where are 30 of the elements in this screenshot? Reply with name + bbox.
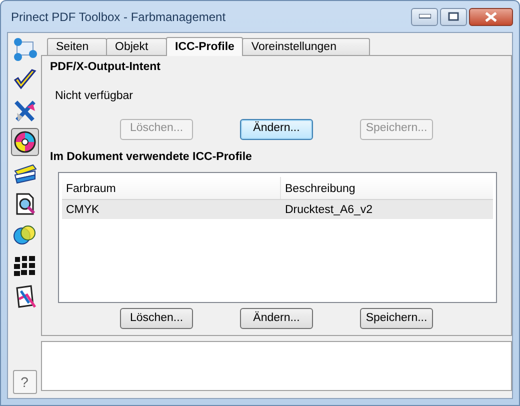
column-header[interactable]: Beschreibung — [281, 176, 493, 199]
table-cell-text: CMYK — [65, 202, 100, 218]
tile-grid-icon — [12, 254, 36, 278]
maximize-icon — [448, 12, 459, 21]
column-header[interactable]: Farbraum — [62, 176, 281, 199]
color-disc-icon — [12, 130, 36, 154]
table-cell-text: Drucktest_A6_v2 — [284, 202, 374, 218]
action-button[interactable]: Speichern... — [360, 308, 433, 329]
status-text: Nicht verfügbar — [55, 89, 134, 104]
tab[interactable]: Objekt — [106, 38, 167, 55]
tab[interactable]: ICC-Profile — [166, 37, 244, 56]
action-button[interactable]: Ändern... — [240, 308, 313, 329]
tab[interactable]: Voreinstellungen — [242, 38, 370, 55]
message-field[interactable] — [41, 341, 512, 391]
minimize-icon — [418, 14, 430, 19]
action-button[interactable]: Ändern... — [240, 118, 313, 140]
close-button[interactable] — [469, 8, 513, 26]
minimize-button[interactable] — [411, 8, 438, 26]
cross-marks-icon — [12, 99, 36, 123]
color-disc-tool-button[interactable] — [10, 128, 38, 156]
close-icon — [485, 12, 497, 22]
overlapping-circles-icon — [12, 223, 36, 247]
help-button[interactable]: ? — [12, 370, 36, 394]
action-button[interactable]: Löschen... — [120, 308, 193, 329]
tab[interactable]: Seiten — [47, 38, 107, 55]
section-heading: Im Dokument verwendete ICC-Profile — [50, 150, 253, 164]
flowchart-icon — [12, 37, 36, 61]
window-title: Prinect PDF Toolbox - Farbmanagement — [11, 8, 227, 26]
maximize-button[interactable] — [440, 8, 467, 26]
section-heading: PDF/X-Output-Intent — [50, 60, 162, 75]
